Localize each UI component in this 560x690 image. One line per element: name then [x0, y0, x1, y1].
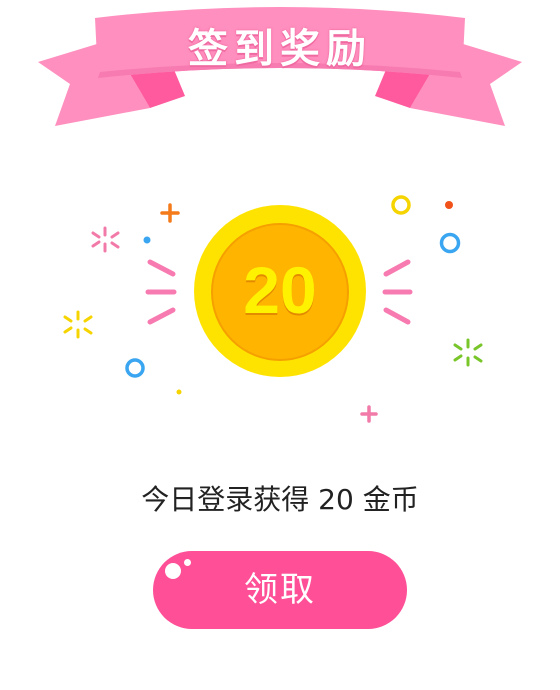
sign-in-reward-dialog: 签到奖励 20 今日登录获得 20 金币 领取	[0, 0, 560, 690]
sparkle-yellow-star-icon	[63, 310, 93, 339]
reward-message: 今日登录获得 20 金币	[141, 483, 419, 516]
sparkle-pink-star-icon	[91, 226, 120, 253]
dot-yellow-icon	[176, 389, 182, 395]
dot-blue-icon	[143, 236, 151, 244]
dot-orange-icon	[445, 201, 453, 209]
ring-blue-small-icon	[125, 358, 145, 378]
button-shine-dot-small	[184, 559, 191, 566]
claim-button-label: 领取	[244, 570, 316, 610]
right-glow-lines	[382, 259, 413, 325]
sparkle-green-star-icon	[453, 338, 483, 367]
claim-button[interactable]: 领取	[153, 551, 407, 629]
ring-yellow-icon	[391, 195, 411, 215]
button-shine-dot	[165, 563, 181, 579]
ring-blue-icon	[439, 232, 461, 254]
plus-orange-icon	[160, 203, 180, 223]
left-glow-lines	[145, 259, 177, 325]
plus-pink-icon	[360, 405, 378, 423]
coin-amount: 20	[243, 253, 317, 327]
